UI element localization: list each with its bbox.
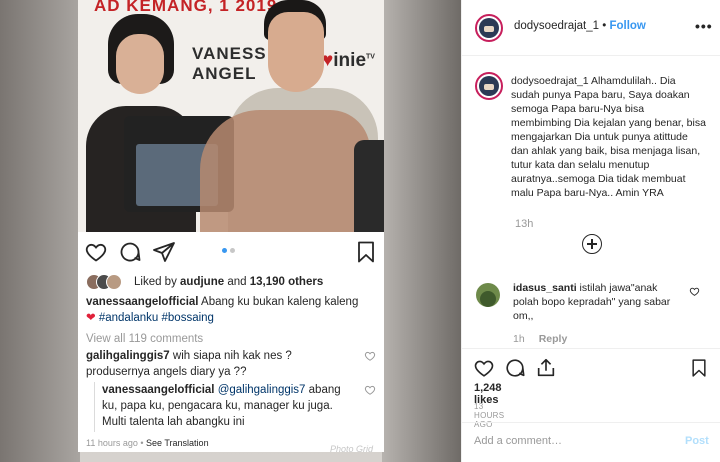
add-circle-icon[interactable] [582,234,602,254]
bookmark-icon[interactable] [689,357,709,379]
comment-mention[interactable]: @galihgalinggis7 [215,384,306,396]
post-caption: dodysoedrajat_1 Alhamdulilah.. Dia sudah… [511,75,706,199]
liked-by-count[interactable]: 13,190 others [250,276,324,288]
liked-by-text: Liked by audjune and 13,190 others [134,276,324,288]
header-user-line: dodysoedrajat_1 • Follow [514,20,646,32]
add-comment-bar: Add a comment… Post [461,422,720,462]
comment-icon[interactable] [118,240,142,264]
embedded-comment-2: vanessaangelofficial @galihgalinggis7 ab… [102,384,341,428]
embedded-instagram-screenshot: AD KEMANG, 1 2019 VANESS ANGEL ♥inieTV L… [78,0,384,452]
header-avatar[interactable] [475,14,503,42]
commenter-username[interactable]: idasus_santi [513,282,577,294]
embedded-liked-by: Liked by audjune and 13,190 others [86,272,384,292]
comment-user[interactable]: vanessaangelofficial [102,384,215,396]
reply-button[interactable]: Reply [539,333,568,345]
panel-action-bar [461,348,720,386]
red-heart-emoji: ❤ [86,312,96,324]
post-header: dodysoedrajat_1 • Follow ••• [462,0,720,56]
heart-icon[interactable] [84,240,108,264]
comment-like-heart-icon[interactable] [689,286,700,297]
screen: AD KEMANG, 1 2019 VANESS ANGEL ♥inieTV L… [0,0,720,462]
comment-heart-icon[interactable] [364,350,376,362]
see-translation-link[interactable]: See Translation [146,438,209,448]
more-options-icon[interactable]: ••• [695,18,713,34]
panel-comment: idasus_santi istilah jawa"anak polah bop… [513,282,671,322]
embedded-action-bar [78,236,384,268]
caption-tags[interactable]: #andalanku #bossaing [96,312,214,324]
carousel-dots [222,248,242,254]
add-comment-input[interactable]: Add a comment… [474,435,562,447]
liked-by-user[interactable]: audjune [180,276,224,288]
embedded-caption: vanessaangelofficial Abang ku bukan kale… [86,296,359,324]
caption-user[interactable]: vanessaangelofficial [86,296,199,308]
embedded-post-photo: AD KEMANG, 1 2019 VANESS ANGEL ♥inieTV [78,0,384,232]
share-icon[interactable] [535,357,557,379]
comment-icon[interactable] [504,357,526,379]
hand-figure [200,110,370,232]
follow-button[interactable]: Follow [609,20,645,32]
comment-meta: 1h Reply [513,333,568,345]
embedded-comment-1: galihgalinggis7 wih siapa nih kak nes ? … [86,350,292,378]
share-icon[interactable] [152,240,176,264]
commenter-avatar[interactable] [476,283,500,307]
caption-avatar[interactable] [475,72,503,100]
post-comment-button[interactable]: Post [685,435,709,447]
microphone-figure [354,140,384,232]
header-username[interactable]: dodysoedrajat_1 [514,20,599,32]
liker-avatars [86,274,126,290]
reply-thread-line [94,382,95,432]
view-all-comments-link[interactable]: View all 119 comments [86,331,382,347]
watermark: Photo Grid [330,444,374,454]
caption-time: 13h [515,218,534,230]
heart-icon[interactable] [473,357,495,379]
bookmark-icon[interactable] [354,240,378,264]
comment-heart-icon[interactable] [364,384,376,396]
caption-username[interactable]: dodysoedrajat_1 [511,75,589,87]
comment-user[interactable]: galihgalinggis7 [86,350,170,362]
